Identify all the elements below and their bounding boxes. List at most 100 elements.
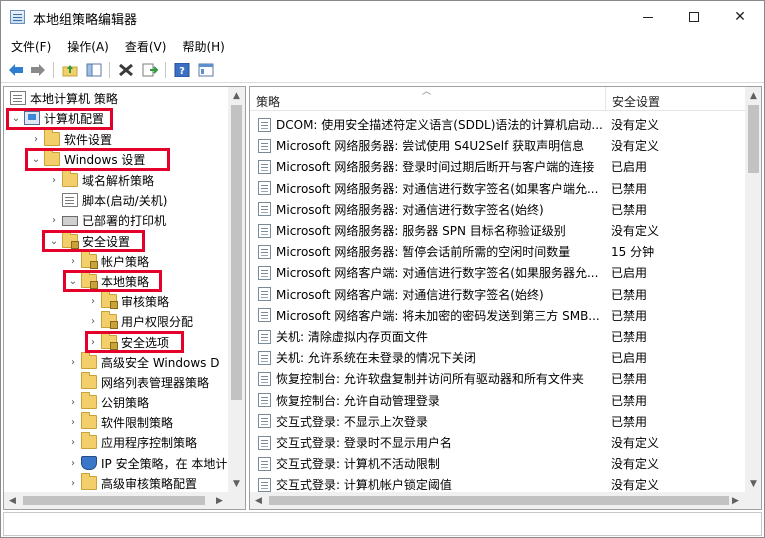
tree-item-software-restriction[interactable]: › 软件限制策略 (67, 412, 173, 432)
export-list-icon (142, 63, 158, 77)
chevron-right-icon[interactable]: › (87, 311, 99, 331)
tree-item-public-key-policies[interactable]: › 公钥策略 (67, 392, 149, 412)
policy-row[interactable]: Microsoft 网络服务器: 对通信进行数字签名(如果客户端允... 已禁用 (250, 178, 746, 199)
tree-item-computer-configuration[interactable]: ⌄ 计算机配置 (10, 108, 104, 128)
maximize-button[interactable] (671, 1, 717, 33)
toolbar-separator (53, 62, 54, 78)
chevron-right-icon[interactable]: › (48, 210, 60, 230)
tree-item-name-resolution-policy[interactable]: › 域名解析策略 (48, 170, 154, 190)
tree-item-local-computer-policy[interactable]: 本地计算机 策略 (8, 88, 118, 108)
tree-item-software-settings[interactable]: › 软件设置 (30, 129, 112, 149)
chevron-down-icon[interactable]: ⌄ (67, 271, 79, 291)
chevron-right-icon[interactable]: › (67, 251, 79, 271)
back-button[interactable] (7, 61, 25, 79)
list-horizontal-scrollbar[interactable]: ◀ ▶ (250, 492, 761, 509)
minimize-button[interactable] (625, 1, 671, 33)
chevron-right-icon[interactable]: › (67, 352, 79, 372)
chevron-right-icon[interactable]: › (67, 432, 79, 452)
policy-row[interactable]: DCOM: 使用安全描述符定义语言(SDDL)语法的计算机启动... 没有定义 (250, 114, 746, 135)
forward-button[interactable] (29, 61, 47, 79)
chevron-right-icon[interactable]: › (48, 170, 60, 190)
menu-help[interactable]: 帮助(H) (172, 34, 230, 56)
scroll-left-icon[interactable]: ◀ (250, 492, 267, 509)
menu-file[interactable]: 文件(F) (1, 34, 57, 56)
chevron-down-icon[interactable]: ⌄ (48, 231, 60, 251)
scroll-down-icon[interactable]: ▼ (745, 475, 761, 492)
help-button[interactable]: ? (173, 61, 191, 79)
tree-item-user-rights-assignment[interactable]: › 用户权限分配 (87, 311, 193, 331)
tree-item-security-options[interactable]: › 安全选项 (87, 332, 169, 352)
chevron-right-icon[interactable]: › (30, 129, 42, 149)
policy-name: Microsoft 网络客户端: 将未加密的密码发送到第三方 SMB... (276, 308, 600, 323)
show-hide-tree-button[interactable] (85, 61, 103, 79)
tree-item-audit-policy[interactable]: › 审核策略 (87, 291, 169, 311)
policy-row[interactable]: 关机: 清除虚拟内存页面文件 已禁用 (250, 326, 746, 347)
chevron-right-icon[interactable]: › (87, 332, 99, 352)
folder-icon (81, 392, 97, 409)
policy-row[interactable]: Microsoft 网络服务器: 对通信进行数字签名(始终) 已禁用 (250, 199, 746, 220)
scroll-thumb[interactable] (23, 496, 205, 505)
scroll-thumb[interactable] (269, 496, 729, 505)
tree-item-label: 计算机配置 (44, 111, 105, 126)
scroll-thumb[interactable] (748, 105, 759, 173)
scroll-thumb[interactable] (231, 105, 242, 400)
chevron-down-icon[interactable]: ⌄ (30, 149, 42, 169)
tree-item-account-policies[interactable]: › 帐户策略 (67, 251, 149, 271)
close-button[interactable]: ✕ (717, 1, 763, 33)
policy-row[interactable]: 关机: 允许系统在未登录的情况下关闭 已启用 (250, 347, 746, 368)
chevron-right-icon[interactable]: › (67, 453, 79, 473)
column-header-security-setting[interactable]: 安全设置 (606, 87, 746, 111)
tree-item-scripts[interactable]: 脚本(启动/关机) (48, 190, 167, 210)
folder-icon (44, 149, 60, 166)
tree-item-advanced-audit-policy[interactable]: › 高级审核策略配置 (67, 473, 197, 493)
policy-setting-icon (258, 308, 271, 323)
policy-row[interactable]: Microsoft 网络客户端: 将未加密的密码发送到第三方 SMB... 已禁用 (250, 305, 746, 326)
tree-item-windows-defender-firewall[interactable]: › 高级安全 Windows D (67, 352, 219, 372)
tree-item-network-list-manager[interactable]: 网络列表管理器策略 (67, 372, 209, 392)
policy-row[interactable]: Microsoft 网络服务器: 尝试使用 S4U2Self 获取声明信息 没有定… (250, 135, 746, 156)
tree-item-security-settings[interactable]: ⌄ 安全设置 (48, 231, 130, 251)
tree-vertical-scrollbar[interactable]: ▲ ▼ (228, 87, 245, 492)
scroll-up-icon[interactable]: ▲ (745, 87, 761, 104)
properties-button[interactable] (197, 61, 215, 79)
tree-caret-spacer (48, 190, 60, 210)
policy-row[interactable]: Microsoft 网络客户端: 对通信进行数字签名(如果服务器允... 已启用 (250, 262, 746, 283)
chevron-down-icon[interactable]: ⌄ (10, 108, 22, 128)
policy-row[interactable]: 交互式登录: 计算机不活动限制 没有定义 (250, 453, 746, 474)
delete-button[interactable] (117, 61, 135, 79)
chevron-right-icon[interactable]: › (67, 392, 79, 412)
shield-icon (81, 456, 97, 470)
policy-row[interactable]: Microsoft 网络服务器: 登录时间过期后断开与客户端的连接 已启用 (250, 156, 746, 177)
scroll-left-icon[interactable]: ◀ (4, 492, 21, 509)
tree-item-windows-settings[interactable]: ⌄ Windows 设置 (30, 149, 145, 169)
chevron-right-icon[interactable]: › (87, 291, 99, 311)
policy-row[interactable]: 恢复控制台: 允许自动管理登录 已禁用 (250, 390, 746, 411)
menu-view[interactable]: 查看(V) (115, 34, 173, 56)
policy-row[interactable]: Microsoft 网络服务器: 暂停会话前所需的空闲时间数量 15 分钟 (250, 241, 746, 262)
console-tree[interactable]: 本地计算机 策略 ⌄ 计算机配置 › 软件设置 ⌄ Windows 设置 › 域… (3, 86, 246, 510)
export-list-button[interactable] (141, 61, 159, 79)
policy-name: Microsoft 网络服务器: 尝试使用 S4U2Self 获取声明信息 (276, 139, 585, 154)
chevron-right-icon[interactable]: › (67, 473, 79, 493)
policy-row[interactable]: Microsoft 网络服务器: 服务器 SPN 目标名称验证级别 没有定义 (250, 220, 746, 241)
policy-list[interactable]: 策略 ︿ 安全设置 DCOM: 使用安全描述符定义语言(SDDL)语法的计算机启… (249, 86, 762, 510)
scroll-right-icon[interactable]: ▶ (727, 492, 744, 509)
policy-name: Microsoft 网络服务器: 对通信进行数字签名(如果客户端允... (276, 181, 599, 196)
tree-item-application-control[interactable]: › 应用程序控制策略 (67, 432, 197, 452)
policy-row[interactable]: 交互式登录: 不显示上次登录 已禁用 (250, 411, 746, 432)
scroll-up-icon[interactable]: ▲ (228, 87, 245, 104)
policy-row[interactable]: Microsoft 网络客户端: 对通信进行数字签名(始终) 已禁用 (250, 284, 746, 305)
chevron-right-icon[interactable]: › (67, 412, 79, 432)
menu-action[interactable]: 操作(A) (57, 34, 115, 56)
policy-row[interactable]: 恢复控制台: 允许软盘复制并访问所有驱动器和所有文件夹 已禁用 (250, 368, 746, 389)
policy-row[interactable]: 交互式登录: 登录时不显示用户名 没有定义 (250, 432, 746, 453)
tree-item-local-policies[interactable]: ⌄ 本地策略 (67, 271, 149, 291)
scroll-down-icon[interactable]: ▼ (228, 475, 245, 492)
list-vertical-scrollbar[interactable]: ▲ ▼ (745, 87, 761, 492)
tree-item-ip-security-policies[interactable]: › IP 安全策略，在 本地计 (67, 453, 227, 473)
up-one-level-button[interactable] (61, 61, 79, 79)
tree-item-label: 本地策略 (101, 274, 150, 289)
tree-horizontal-scrollbar[interactable]: ◀ ▶ (4, 492, 245, 509)
scroll-right-icon[interactable]: ▶ (211, 492, 228, 509)
tree-item-deployed-printers[interactable]: › 已部署的打印机 (48, 210, 166, 230)
